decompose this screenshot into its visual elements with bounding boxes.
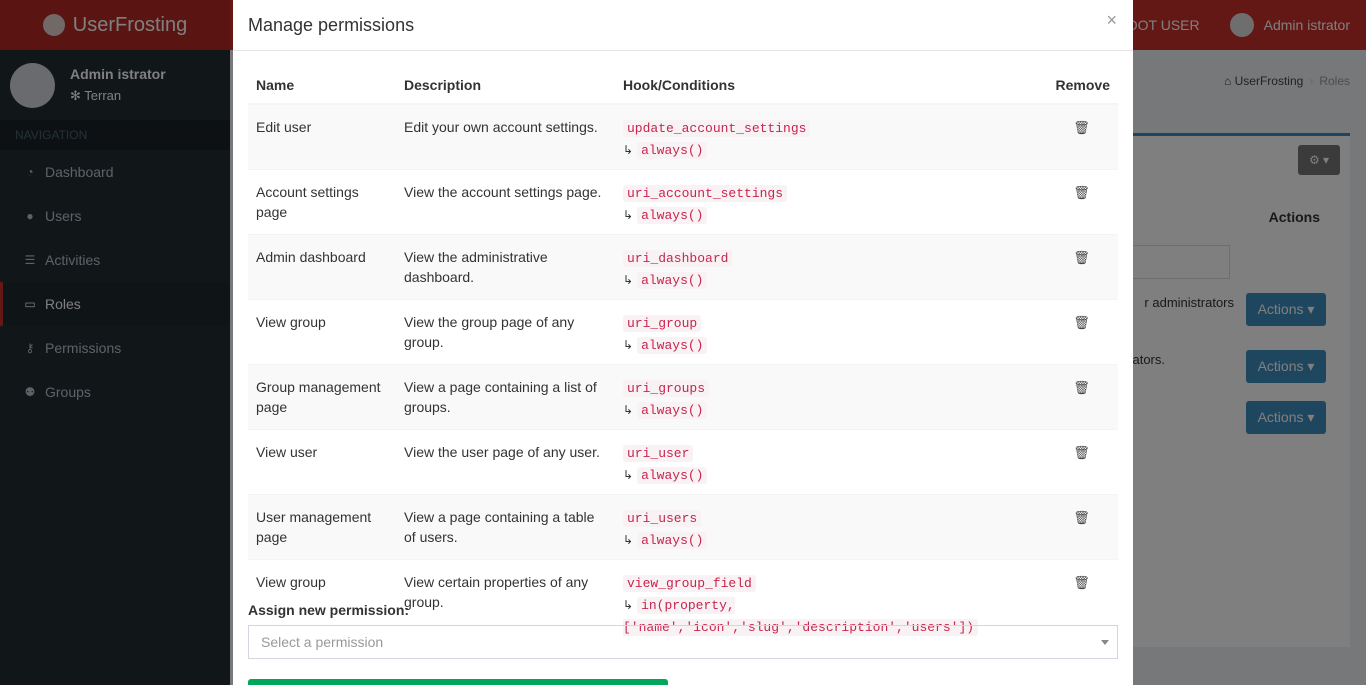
permission-condition: always() bbox=[637, 402, 708, 419]
permission-select[interactable]: Select a permission bbox=[248, 625, 1118, 659]
permission-condition: always() bbox=[637, 532, 708, 549]
permission-name: View user bbox=[248, 429, 396, 495]
table-row: View group View the group page of any gro… bbox=[248, 299, 1118, 365]
column-header-name: Name bbox=[248, 66, 396, 105]
modal-header: Manage permissions × bbox=[233, 0, 1133, 51]
permission-description: View the user page of any user. bbox=[396, 429, 615, 495]
remove-button[interactable]: 🗑 bbox=[1073, 312, 1090, 334]
condition-arrow-icon: ↳ bbox=[623, 338, 634, 352]
remove-cell: 🗑 bbox=[1045, 364, 1118, 430]
remove-cell: 🗑 bbox=[1045, 299, 1118, 365]
trash-icon: 🗑 bbox=[1073, 381, 1090, 396]
condition-arrow-icon: ↳ bbox=[623, 208, 634, 222]
manage-permissions-modal: Manage permissions × Name Description Ho… bbox=[233, 0, 1133, 685]
trash-icon: 🗑 bbox=[1073, 186, 1090, 201]
table-row: Admin dashboard View the administrative d… bbox=[248, 234, 1118, 300]
trash-icon: 🗑 bbox=[1073, 251, 1090, 266]
submit-button[interactable] bbox=[248, 679, 668, 685]
permission-hook-cell: uri_groups ↳ always() bbox=[615, 364, 1045, 430]
remove-cell: 🗑 bbox=[1045, 169, 1118, 235]
permission-condition: always() bbox=[637, 337, 708, 354]
permission-hook: uri_groups bbox=[623, 380, 710, 397]
permission-name: Group management page bbox=[248, 364, 396, 430]
modal-title: Manage permissions bbox=[248, 14, 415, 35]
remove-button[interactable]: 🗑 bbox=[1073, 182, 1090, 204]
permission-hook: uri_account_settings bbox=[623, 185, 788, 202]
permission-hook-cell: uri_dashboard ↳ always() bbox=[615, 234, 1045, 300]
permission-description: View the administrative dashboard. bbox=[396, 234, 615, 300]
permission-name: View group bbox=[248, 299, 396, 365]
remove-cell: 🗑 bbox=[1045, 429, 1118, 495]
remove-button[interactable]: 🗑 bbox=[1073, 507, 1090, 529]
remove-button[interactable]: 🗑 bbox=[1073, 442, 1090, 464]
permission-name: Account settings page bbox=[248, 169, 396, 235]
permission-hook: uri_user bbox=[623, 445, 694, 462]
table-row: User management page View a page containi… bbox=[248, 494, 1118, 560]
trash-icon: 🗑 bbox=[1073, 121, 1090, 136]
condition-arrow-icon: ↳ bbox=[623, 468, 634, 482]
permission-hook: uri_group bbox=[623, 315, 702, 332]
trash-icon: 🗑 bbox=[1073, 446, 1090, 461]
trash-icon: 🗑 bbox=[1073, 316, 1090, 331]
permission-description: View the account settings page. bbox=[396, 169, 615, 235]
column-header-description: Description bbox=[396, 66, 615, 105]
remove-cell: 🗑 bbox=[1045, 103, 1118, 170]
permission-description: View the group page of any group. bbox=[396, 299, 615, 365]
permission-hook: uri_dashboard bbox=[623, 250, 733, 267]
permission-condition: always() bbox=[637, 142, 708, 159]
permission-description: View a page containing a table of users. bbox=[396, 494, 615, 560]
permission-hook-cell: uri_users ↳ always() bbox=[615, 494, 1045, 560]
remove-cell: 🗑 bbox=[1045, 494, 1118, 560]
permission-hook-cell: update_account_settings ↳ always() bbox=[615, 103, 1045, 170]
remove-button[interactable]: 🗑 bbox=[1073, 117, 1090, 139]
permission-hook-cell: uri_group ↳ always() bbox=[615, 299, 1045, 365]
permission-condition: always() bbox=[637, 272, 708, 289]
permission-description: View a page containing a list of groups. bbox=[396, 364, 615, 430]
permission-hook: update_account_settings bbox=[623, 120, 811, 137]
permission-hook-cell: uri_user ↳ always() bbox=[615, 429, 1045, 495]
permission-description: Edit your own account settings. bbox=[396, 103, 615, 170]
permission-name: User management page bbox=[248, 494, 396, 560]
remove-cell: 🗑 bbox=[1045, 234, 1118, 300]
chevron-down-icon bbox=[1101, 640, 1109, 645]
condition-arrow-icon: ↳ bbox=[623, 403, 634, 417]
close-icon[interactable]: × bbox=[1106, 10, 1117, 31]
select-placeholder: Select a permission bbox=[261, 634, 384, 650]
table-row: Group management page View a page contain… bbox=[248, 364, 1118, 430]
table-row: Edit user Edit your own account settings.… bbox=[248, 103, 1118, 170]
permission-hook: view_group_field bbox=[623, 575, 756, 592]
assign-permission-label: Assign new permission: bbox=[248, 602, 410, 618]
remove-button[interactable]: 🗑 bbox=[1073, 247, 1090, 269]
remove-button[interactable]: 🗑 bbox=[1073, 377, 1090, 399]
condition-arrow-icon: ↳ bbox=[623, 273, 634, 287]
condition-arrow-icon: ↳ bbox=[623, 143, 634, 157]
column-header-remove: Remove bbox=[1045, 66, 1118, 105]
table-row: View user View the user page of any user.… bbox=[248, 429, 1118, 495]
trash-icon: 🗑 bbox=[1073, 511, 1090, 526]
permissions-table: Name Description Hook/Conditions Remove … bbox=[248, 66, 1118, 646]
permission-condition: always() bbox=[637, 467, 708, 484]
condition-arrow-icon: ↳ bbox=[623, 533, 634, 547]
permission-name: Admin dashboard bbox=[248, 234, 396, 300]
remove-button[interactable]: 🗑 bbox=[1073, 572, 1090, 594]
column-header-hook: Hook/Conditions bbox=[615, 66, 1045, 105]
permission-name: Edit user bbox=[248, 103, 396, 170]
table-row: Account settings page View the account se… bbox=[248, 169, 1118, 235]
permission-hook: uri_users bbox=[623, 510, 702, 527]
condition-arrow-icon: ↳ bbox=[623, 598, 634, 612]
permission-hook-cell: uri_account_settings ↳ always() bbox=[615, 169, 1045, 235]
permission-condition: always() bbox=[637, 207, 708, 224]
trash-icon: 🗑 bbox=[1073, 576, 1090, 591]
